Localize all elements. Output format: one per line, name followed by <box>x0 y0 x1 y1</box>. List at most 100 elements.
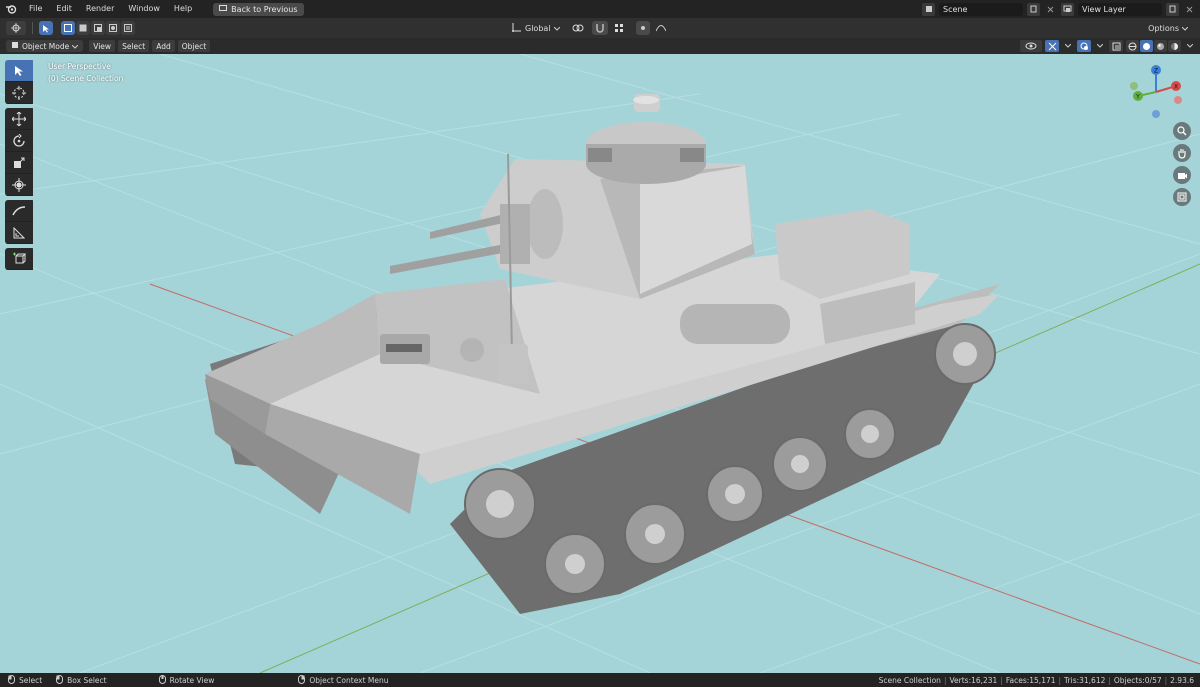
mouse-right-icon <box>298 674 306 686</box>
mouse-middle-icon <box>158 674 166 686</box>
top-menu-bar: File Edit Render Window Help Back to Pre… <box>0 0 1200 18</box>
menu-window[interactable]: Window <box>121 0 167 18</box>
new-scene-icon[interactable] <box>1027 2 1040 16</box>
menu-help[interactable]: Help <box>167 0 199 18</box>
annotate-tool-group <box>5 200 35 244</box>
view-layer-browse-icon[interactable] <box>1061 2 1074 16</box>
editor-type-icon[interactable] <box>6 21 26 35</box>
viewport-header-right <box>1020 40 1196 52</box>
separator: | <box>1058 675 1062 685</box>
object-menu[interactable]: Object <box>177 40 211 52</box>
tank-model[interactable] <box>205 94 1000 614</box>
tool-shelf <box>5 60 35 274</box>
object-mode-label: Object Mode <box>22 41 70 51</box>
chevron-down-icon <box>553 24 560 33</box>
options-label: Options <box>1148 23 1179 33</box>
gizmo-z-label: Z <box>1154 68 1158 75</box>
back-to-previous-label: Back to Previous <box>231 4 298 14</box>
orientation-select[interactable]: Global <box>512 21 560 35</box>
add-cube-tool-icon[interactable] <box>5 248 33 270</box>
mode-extend-icon[interactable] <box>76 21 90 35</box>
xray-icon[interactable] <box>1109 40 1123 52</box>
status-collection: Scene Collection <box>878 675 941 685</box>
material-shading-icon[interactable] <box>1154 40 1167 52</box>
gizmo-toggle-icon[interactable] <box>1045 40 1059 52</box>
status-rotate-view: Rotate View <box>158 674 214 686</box>
add-tool-group <box>5 248 35 270</box>
status-bar: Select Box Select Rotate View Object Con… <box>0 673 1200 687</box>
status-context-menu-label: Object Context Menu <box>309 675 389 685</box>
cursor-tool-icon[interactable] <box>5 82 33 104</box>
pan-hand-icon[interactable] <box>1173 144 1191 162</box>
navigation-gizmo[interactable]: Z X Y <box>1126 64 1186 120</box>
object-mode-icon <box>11 41 19 51</box>
camera-view-icon[interactable] <box>1173 166 1191 184</box>
scene-browse-icon[interactable] <box>922 2 935 16</box>
center-header-controls: Global <box>512 21 669 35</box>
select-box-tool-icon[interactable] <box>5 60 33 82</box>
chevron-down-icon[interactable] <box>1062 40 1074 52</box>
status-box-select-label: Box Select <box>67 675 107 685</box>
annotate-tool-icon[interactable] <box>5 200 33 222</box>
status-select-label: Select <box>19 675 43 685</box>
wireframe-shading-icon[interactable] <box>1126 40 1139 52</box>
mode-difference-icon[interactable] <box>106 21 120 35</box>
visibility-icon[interactable] <box>1020 40 1042 52</box>
solid-shading-icon[interactable] <box>1140 40 1153 52</box>
chevron-down-icon[interactable] <box>1184 40 1196 52</box>
back-to-previous-button[interactable]: Back to Previous <box>213 2 304 16</box>
viewport-header: Object Mode View Select Add Object <box>0 38 1200 54</box>
scale-tool-icon[interactable] <box>5 152 33 174</box>
view-layer-field[interactable]: View Layer <box>1078 2 1162 16</box>
separator: | <box>943 675 947 685</box>
options-dropdown[interactable]: Options <box>1142 21 1194 35</box>
orientation-icon <box>512 22 522 34</box>
select-menu[interactable]: Select <box>118 40 150 52</box>
separator: | <box>1164 675 1168 685</box>
falloff-curve-icon[interactable] <box>653 21 669 35</box>
status-tris: Tris:31,612 <box>1064 675 1106 685</box>
status-select: Select <box>8 674 43 686</box>
delete-scene-icon[interactable] <box>1044 3 1057 16</box>
menu-file[interactable]: File <box>22 0 49 18</box>
overlays-icon[interactable] <box>1077 40 1091 52</box>
orientation-label: Global <box>525 23 551 33</box>
transform-tool-icon[interactable] <box>5 174 33 196</box>
viewport-collection-label: (0) Scene Collection <box>48 74 124 83</box>
move-tool-icon[interactable] <box>5 108 33 130</box>
view-menu[interactable]: View <box>89 40 116 52</box>
chevron-down-icon[interactable] <box>1094 40 1106 52</box>
header-divider <box>32 22 33 34</box>
viewport-perspective-label: User Perspective <box>48 62 111 71</box>
mode-set-icon[interactable] <box>61 21 75 35</box>
3d-viewport[interactable]: User Perspective (0) Scene Collection Z … <box>0 54 1200 673</box>
status-box-select: Box Select <box>56 674 107 686</box>
measure-tool-icon[interactable] <box>5 222 33 244</box>
gizmo-x-label: X <box>1174 84 1178 91</box>
snap-magnet-icon[interactable] <box>591 21 608 35</box>
gizmo-y-label: Y <box>1135 94 1140 101</box>
object-mode-select[interactable]: Object Mode <box>6 40 84 52</box>
tool-header: Global Options <box>0 18 1200 38</box>
chevron-down-icon <box>71 42 79 51</box>
transform-tool-group <box>5 108 35 196</box>
select-tool-icon[interactable] <box>39 21 53 35</box>
blender-logo-icon[interactable] <box>0 0 22 18</box>
perspective-toggle-icon[interactable] <box>1173 188 1191 206</box>
menu-render[interactable]: Render <box>79 0 121 18</box>
pivot-point-icon[interactable] <box>569 21 589 35</box>
mode-intersect-icon[interactable] <box>121 21 135 35</box>
rotate-tool-icon[interactable] <box>5 130 33 152</box>
delete-view-layer-icon[interactable] <box>1183 3 1196 16</box>
proportional-edit-icon[interactable] <box>635 21 650 35</box>
mode-subtract-icon[interactable] <box>91 21 105 35</box>
menu-edit[interactable]: Edit <box>49 0 79 18</box>
snap-grid-icon[interactable] <box>611 21 627 35</box>
zoom-icon[interactable] <box>1173 122 1191 140</box>
status-verts: Verts:16,231 <box>949 675 998 685</box>
rendered-shading-icon[interactable] <box>1168 40 1181 52</box>
status-stats: Scene Collection | Verts:16,231 | Faces:… <box>879 673 1194 687</box>
scene-field[interactable]: Scene <box>939 2 1023 16</box>
new-view-layer-icon[interactable] <box>1166 2 1179 16</box>
add-menu[interactable]: Add <box>152 40 175 52</box>
